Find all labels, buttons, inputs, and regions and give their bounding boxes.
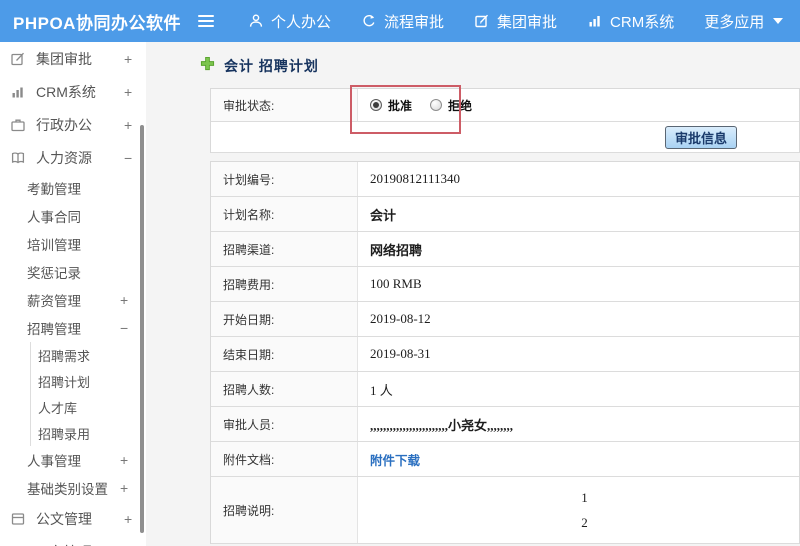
top-nav: 个人办公 流程审批 集团审批 CRM系统 更多应用 bbox=[248, 11, 784, 32]
sidebar-item-group-approval[interactable]: 集团审批 + bbox=[0, 42, 146, 75]
nav-crm-system[interactable]: CRM系统 bbox=[587, 11, 674, 32]
sidebar-item-training[interactable]: 培训管理 bbox=[0, 230, 146, 258]
expand-toggle[interactable]: + bbox=[124, 84, 146, 100]
field-label: 附件文档: bbox=[211, 442, 358, 476]
table-row: 计划名称: 会计 bbox=[211, 197, 799, 232]
field-value: 2019-08-31 bbox=[370, 346, 431, 361]
table-row: 招聘人数: 1 人 bbox=[211, 372, 799, 407]
nav-more-apps[interactable]: 更多应用 bbox=[704, 11, 784, 32]
sidebar-item-recruit-plan[interactable]: 招聘计划 bbox=[30, 368, 146, 394]
sidebar-item-hr-contract[interactable]: 人事合同 bbox=[0, 202, 146, 230]
sidebar-item-salary[interactable]: 薪资管理 + bbox=[0, 286, 146, 314]
sidebar-item-recruit-demand[interactable]: 招聘需求 bbox=[30, 342, 146, 368]
field-value: 100 RMB bbox=[370, 276, 422, 291]
field-value: 会计 bbox=[370, 207, 397, 223]
nav-label: 更多应用 bbox=[704, 13, 765, 31]
sidebar-item-document-mgmt[interactable]: 公文管理 + bbox=[0, 502, 146, 535]
radio-button-icon[interactable] bbox=[430, 99, 443, 111]
sidebar-item-rewards[interactable]: 奖惩记录 bbox=[0, 258, 146, 286]
sidebar-scrollbar[interactable] bbox=[140, 125, 144, 533]
field-label: 开始日期: bbox=[211, 302, 358, 336]
nav-label: CRM系统 bbox=[610, 13, 675, 31]
app-window: PHPOA协同办公软件 个人办公 流程审批 集团审批 CRM系统 更多应用 集团… bbox=[0, 0, 800, 546]
page-title-text: 会计 招聘计划 bbox=[224, 58, 319, 74]
field-label: 审批人员: bbox=[211, 407, 358, 441]
field-label: 招聘说明: bbox=[211, 477, 358, 543]
field-value: 20190812111340 bbox=[370, 171, 461, 186]
sidebar-item-recruit-hire[interactable]: 招聘录用 bbox=[30, 420, 146, 446]
approval-info-button[interactable]: 审批信息 bbox=[664, 125, 737, 149]
edit-square-icon bbox=[474, 13, 490, 29]
sidebar-item-crm[interactable]: CRM系统 + bbox=[0, 75, 146, 108]
sidebar-item-talent-pool[interactable]: 人才库 bbox=[30, 394, 146, 420]
hamburger-menu-icon[interactable] bbox=[198, 15, 218, 27]
table-row: 审批人员: ,,,,,,,,,,,,,,,,,,,,,,,,小尧女,,,,,,,… bbox=[211, 407, 799, 442]
sidebar-item-admin-office[interactable]: 行政办公 + bbox=[0, 108, 146, 141]
process-cycle-icon bbox=[361, 13, 377, 29]
radio-approve[interactable]: 批准 bbox=[370, 97, 412, 114]
sidebar-item-base-category[interactable]: 基础类别设置 + bbox=[0, 474, 146, 502]
bar-chart-icon bbox=[587, 13, 603, 29]
description-line: 2 bbox=[581, 514, 588, 530]
sidebar-item-personnel-mgmt[interactable]: 人事管理 + bbox=[0, 446, 146, 474]
add-icon bbox=[200, 56, 215, 76]
expand-toggle[interactable]: + bbox=[124, 51, 146, 67]
field-label: 计划名称: bbox=[211, 197, 358, 231]
nav-process-approval[interactable]: 流程审批 bbox=[361, 11, 444, 32]
bar-chart-icon bbox=[9, 83, 26, 100]
document-icon bbox=[9, 510, 26, 527]
top-header-bar: PHPOA协同办公软件 个人办公 流程审批 集团审批 CRM系统 更多应用 bbox=[0, 0, 800, 42]
sidebar-item-vehicle-mgmt[interactable]: 用车管理 + bbox=[0, 535, 146, 546]
radio-label: 拒绝 bbox=[448, 98, 473, 113]
sidebar-item-attendance[interactable]: 考勤管理 bbox=[0, 174, 146, 202]
radio-label: 批准 bbox=[388, 98, 413, 113]
field-label: 招聘渠道: bbox=[211, 232, 358, 266]
table-row: 附件文档: 附件下载 bbox=[211, 442, 799, 477]
caret-down-icon bbox=[773, 18, 784, 24]
table-row: 结束日期: 2019-08-31 bbox=[211, 337, 799, 372]
table-row: 招聘渠道: 网络招聘 bbox=[211, 232, 799, 267]
book-icon bbox=[9, 149, 26, 166]
nav-label: 个人办公 bbox=[271, 13, 332, 31]
nav-group-approval[interactable]: 集团审批 bbox=[474, 11, 557, 32]
radio-reject[interactable]: 拒绝 bbox=[430, 97, 472, 114]
briefcase-icon bbox=[9, 116, 26, 133]
field-label: 招聘人数: bbox=[211, 372, 358, 406]
plan-detail-table: 计划编号: 20190812111340 计划名称: 会计 招聘渠道: 网络招聘… bbox=[210, 161, 800, 544]
nav-personal-office[interactable]: 个人办公 bbox=[248, 11, 331, 32]
sidebar-menu: 集团审批 + CRM系统 + 行政办公 + 人力资源 − 考勤管理 人事合同 培… bbox=[0, 42, 146, 546]
attachment-download-link[interactable]: 附件下载 bbox=[370, 450, 420, 469]
edit-square-icon bbox=[9, 50, 26, 67]
sidebar-item-hr[interactable]: 人力资源 − bbox=[0, 141, 146, 174]
field-value: 网络招聘 bbox=[370, 242, 423, 258]
table-row: 招聘说明: 1 2 bbox=[211, 477, 799, 544]
approval-status-table: 审批状态: 批准 拒绝 审批信息 bbox=[210, 85, 800, 153]
table-row: 开始日期: 2019-08-12 bbox=[211, 302, 799, 337]
description-line: 1 bbox=[581, 489, 588, 505]
field-label: 招聘费用: bbox=[211, 267, 358, 301]
field-label: 结束日期: bbox=[211, 337, 358, 371]
nav-label: 流程审批 bbox=[384, 13, 445, 31]
main-content: 会计 招聘计划 审批状态: 批准 拒绝 审批信息 计划编号: 201908121… bbox=[146, 42, 800, 546]
page-title: 会计 招聘计划 bbox=[200, 56, 800, 76]
nav-label: 集团审批 bbox=[497, 13, 558, 31]
field-label: 审批状态: bbox=[211, 89, 358, 121]
app-logo: PHPOA协同办公软件 bbox=[13, 13, 181, 33]
field-value: 1 人 bbox=[370, 382, 393, 398]
sidebar-item-recruit-mgmt[interactable]: 招聘管理 − bbox=[0, 314, 146, 342]
field-label: 计划编号: bbox=[211, 162, 358, 196]
approval-options: 批准 拒绝 bbox=[358, 89, 799, 121]
person-icon bbox=[248, 13, 264, 29]
table-row: 计划编号: 20190812111340 bbox=[211, 162, 799, 197]
field-value: 1 2 bbox=[358, 477, 799, 543]
field-value: ,,,,,,,,,,,,,,,,,,,,,,,,小尧女,,,,,,,, bbox=[370, 417, 514, 433]
radio-button-icon[interactable] bbox=[370, 99, 382, 111]
field-value: 2019-08-12 bbox=[370, 311, 431, 326]
table-row: 招聘费用: 100 RMB bbox=[211, 267, 799, 302]
